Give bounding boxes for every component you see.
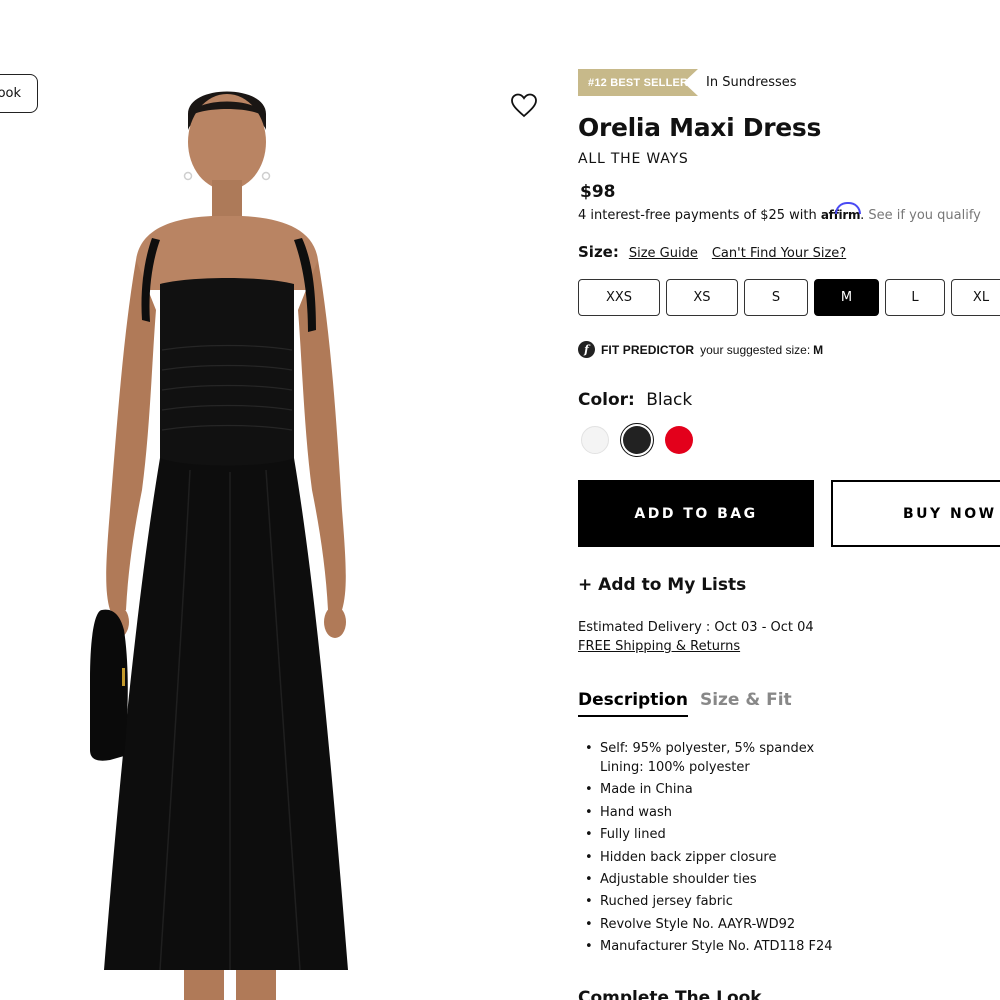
color-swatches [578,423,696,457]
installment-info: 4 interest-free payments of $25 with aff… [578,208,981,223]
size-label: Size: [578,243,619,261]
product-info-panel: #12 BEST SELLER In Sundresses Orelia Max… [578,0,1000,1000]
product-price: $98 [580,182,616,202]
see-if-you-qualify-link[interactable]: See if you qualify [868,208,980,223]
fit-predictor-text: your suggested size: [700,342,811,357]
description-item: Hand wash [585,803,833,822]
size-option-s[interactable]: S [744,279,808,316]
description-item: Fully lined [585,825,833,844]
description-item: Self: 95% polyester, 5% spandex Lining: … [585,739,833,777]
description-item: Manufacturer Style No. ATD118 F24 [585,937,833,956]
product-title: Orelia Maxi Dress [578,113,822,142]
description-item: Hidden back zipper closure [585,848,833,867]
size-option-m[interactable]: M [814,279,879,316]
size-guide-link[interactable]: Size Guide [629,246,698,261]
description-item: Adjustable shoulder ties [585,870,833,889]
description-item-line: Lining: 100% polyester [600,760,750,775]
size-option-xs[interactable]: XS [666,279,738,316]
color-header: Color: Black [578,390,692,410]
size-option-l[interactable]: L [885,279,945,316]
description-item: Revolve Style No. AAYR-WD92 [585,915,833,934]
color-label: Color: [578,390,635,410]
description-list: Self: 95% polyester, 5% spandex Lining: … [585,739,833,960]
size-option-xxs[interactable]: XXS [578,279,660,316]
fit-predictor[interactable]: f FIT PREDICTOR your suggested size: M [578,341,823,358]
buy-now-button[interactable]: BUY NOW [831,480,1000,547]
installment-text: 4 interest-free payments of $25 with [578,208,821,223]
tab-description[interactable]: Description [578,690,688,717]
shop-the-look-button[interactable]: ook [0,74,38,113]
complete-the-look-heading: Complete The Look [578,988,762,1000]
fit-predictor-icon: f [578,341,595,358]
color-value: Black [646,390,693,410]
size-header: Size: Size Guide Can't Find Your Size? [578,243,846,261]
brand-name[interactable]: ALL THE WAYS [578,151,689,167]
size-options: XXS XS S M L XL [578,279,1000,316]
color-swatch-red[interactable] [662,423,696,457]
product-gallery: ook [0,0,560,1000]
free-shipping-returns-link[interactable]: FREE Shipping & Returns [578,639,740,654]
description-item-line: Self: 95% polyester, 5% spandex [600,741,815,756]
add-to-lists-button[interactable]: + Add to My Lists [578,575,746,595]
color-swatch-white[interactable] [578,423,612,457]
info-tabs: Description Size & Fit [578,690,792,717]
suggested-size: M [813,342,824,357]
description-item: Ruched jersey fabric [585,892,833,911]
color-swatch-black[interactable] [620,423,654,457]
heart-outline-icon[interactable] [510,92,538,118]
add-to-bag-button[interactable]: ADD TO BAG [578,480,814,547]
description-item: Made in China [585,780,833,799]
bestseller-badge: #12 BEST SELLER [578,69,698,96]
product-image [90,91,348,1000]
bestseller-category[interactable]: In Sundresses [706,75,797,90]
fit-predictor-title: FIT PREDICTOR [601,342,695,357]
bestseller-row: #12 BEST SELLER In Sundresses [578,69,797,96]
tab-size-fit[interactable]: Size & Fit [700,690,792,717]
cant-find-size-link[interactable]: Can't Find Your Size? [712,246,846,261]
affirm-logo: affirm [820,208,861,222]
size-option-xl[interactable]: XL [951,279,1000,316]
estimated-delivery: Estimated Delivery : Oct 03 - Oct 04 [578,620,814,635]
